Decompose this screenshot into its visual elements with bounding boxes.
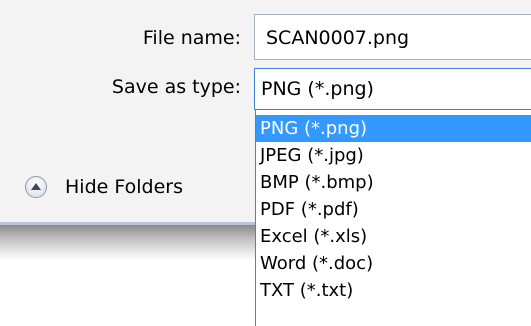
save-as-type-label: Save as type:: [111, 76, 241, 98]
hide-folders-label: Hide Folders: [65, 176, 183, 198]
dropdown-option-jpeg[interactable]: JPEG (*.jpg): [256, 142, 531, 169]
save-as-type-select[interactable]: PNG (*.png): [254, 68, 531, 110]
filename-input[interactable]: SCAN0007.png: [254, 14, 531, 60]
chevron-up-icon: [25, 176, 47, 198]
filename-label: File name:: [142, 27, 241, 49]
dropdown-option-bmp[interactable]: BMP (*.bmp): [256, 169, 531, 196]
dropdown-option-pdf[interactable]: PDF (*.pdf): [256, 196, 531, 223]
dropdown-option-txt[interactable]: TXT (*.txt): [256, 277, 531, 304]
filename-value: SCAN0007.png: [266, 27, 410, 49]
file-type-dropdown: PNG (*.png) JPEG (*.jpg) BMP (*.bmp) PDF…: [255, 110, 531, 326]
dropdown-option-word[interactable]: Word (*.doc): [256, 250, 531, 277]
dropdown-option-png[interactable]: PNG (*.png): [256, 115, 531, 142]
save-as-type-value: PNG (*.png): [261, 78, 374, 100]
dropdown-option-excel[interactable]: Excel (*.xls): [256, 223, 531, 250]
